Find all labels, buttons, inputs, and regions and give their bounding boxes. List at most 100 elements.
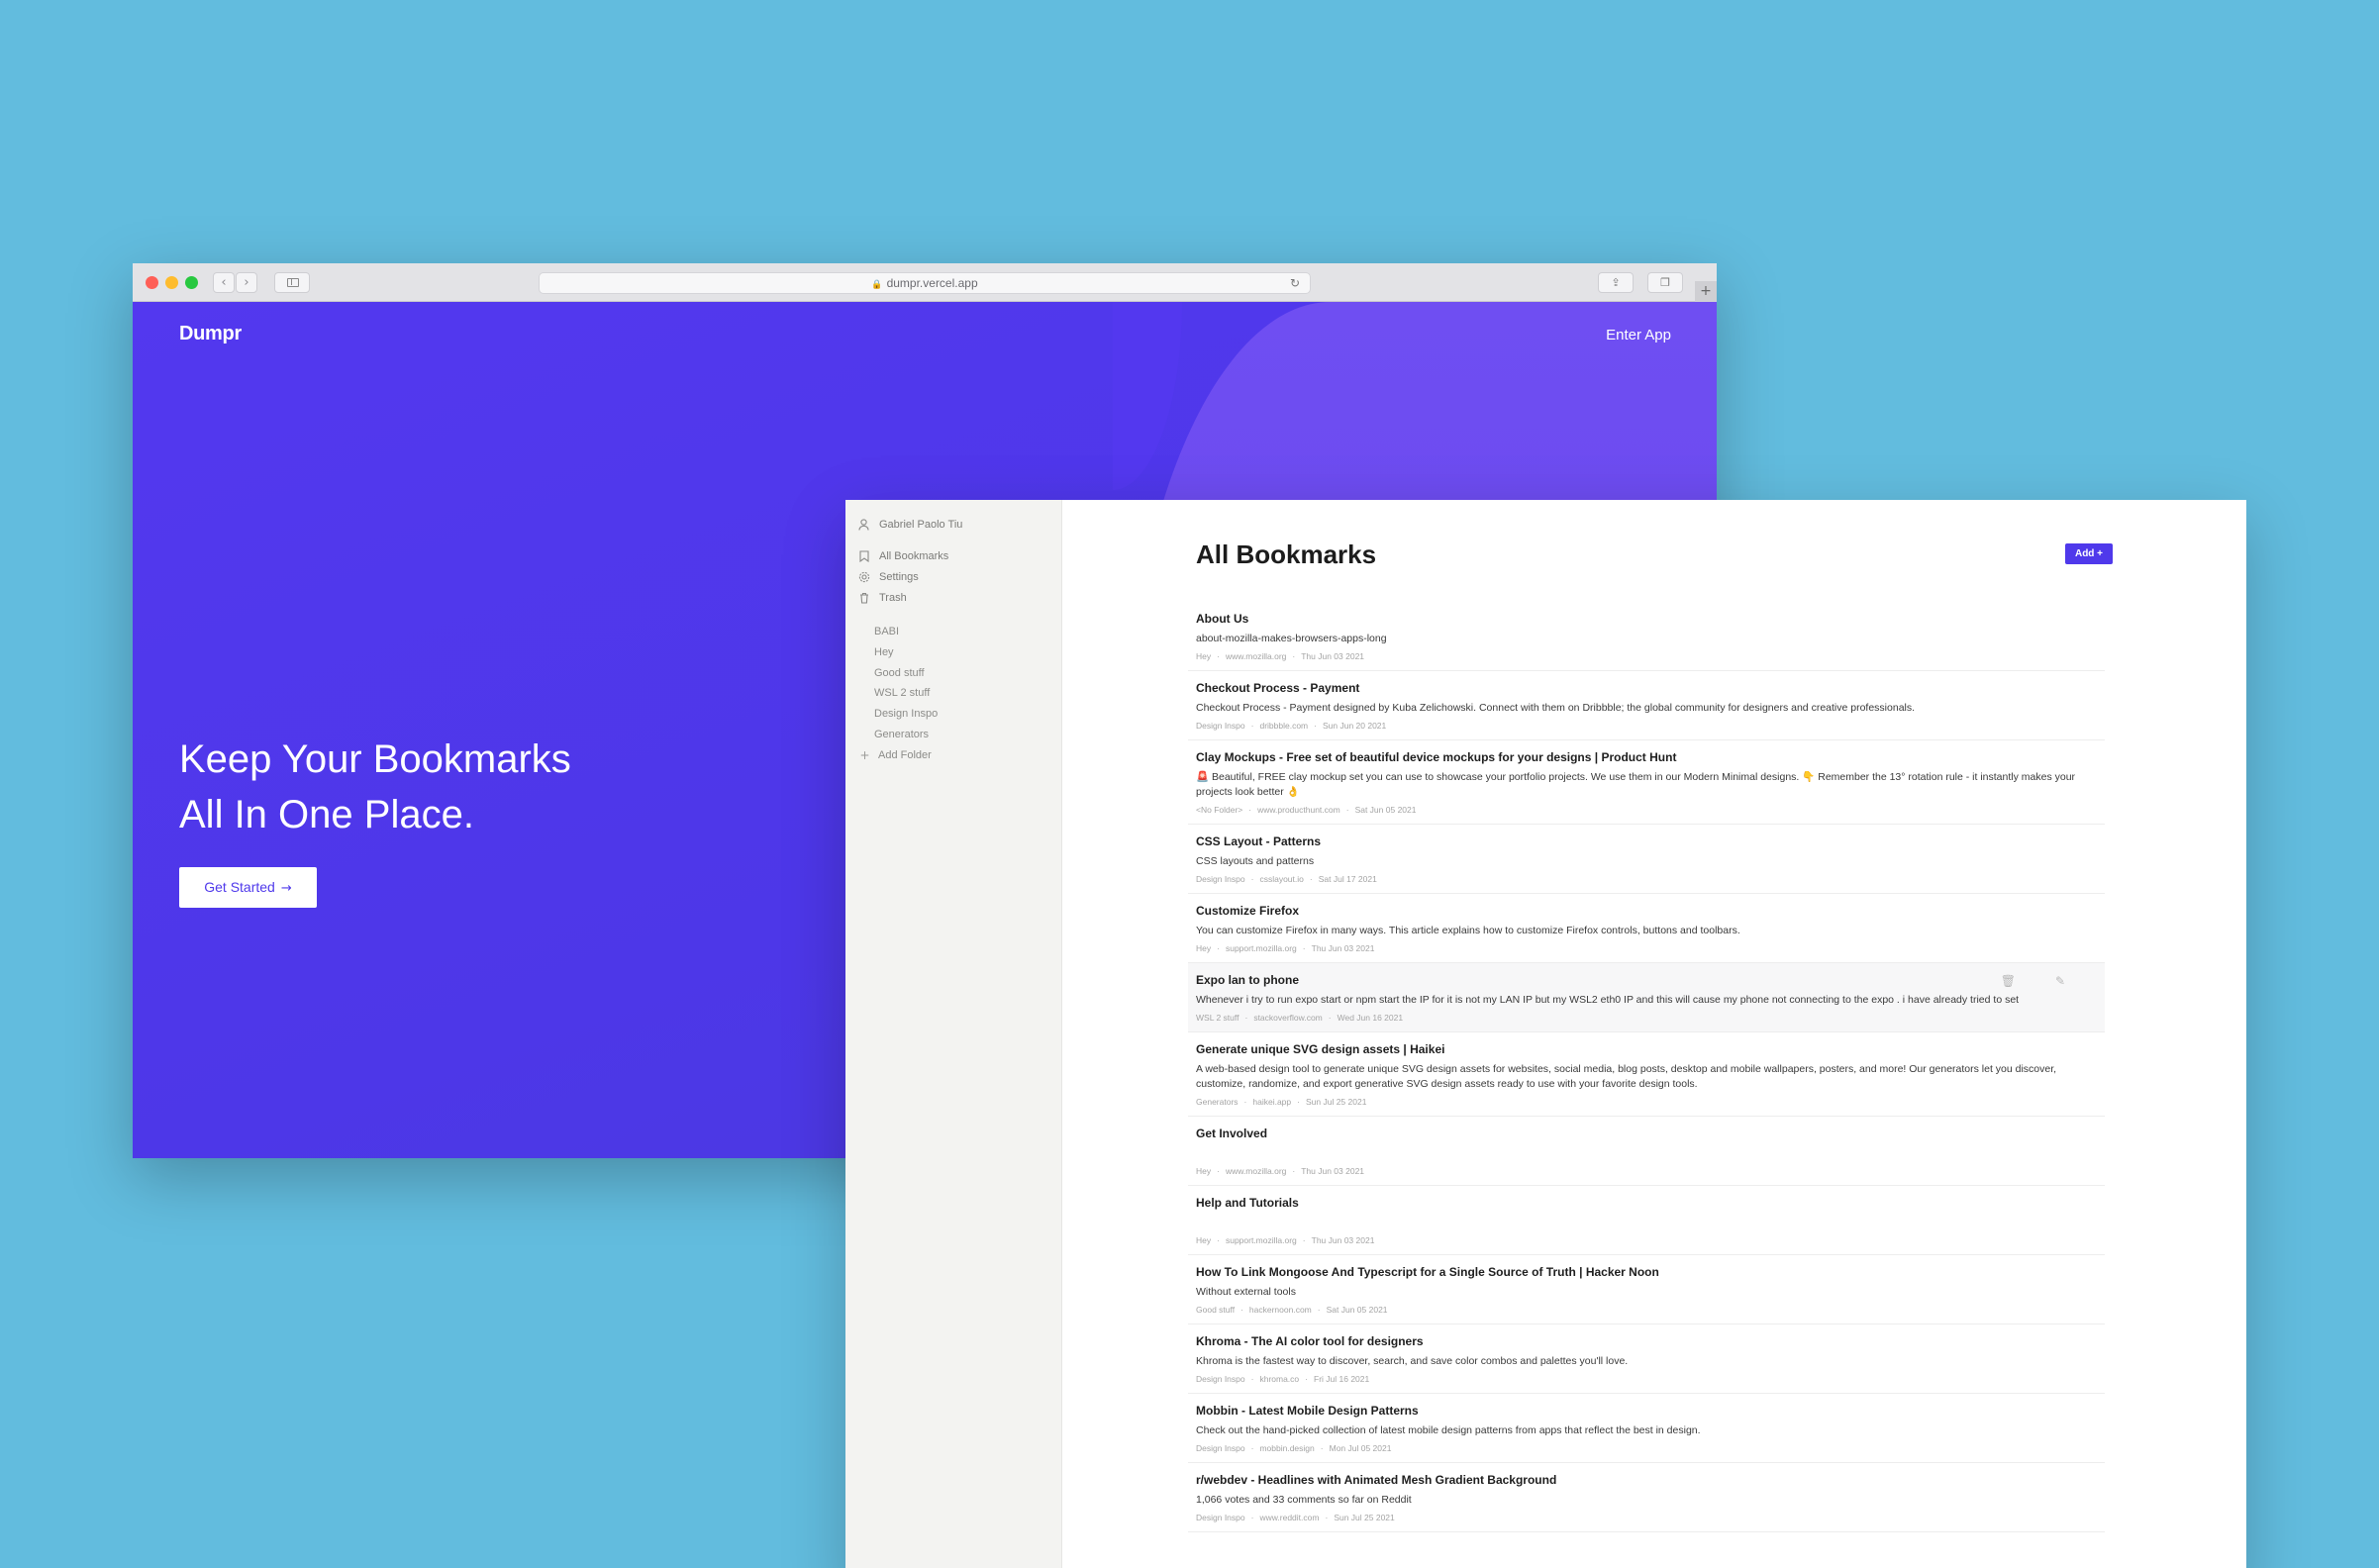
separator-dot: · (1345, 805, 1349, 815)
folder-item[interactable]: BABI (874, 626, 899, 637)
sidebar-item-trash[interactable]: Trash (857, 589, 907, 607)
enter-app-link[interactable]: Enter App (1606, 327, 1671, 343)
tab-overview-button[interactable]: ❐ (1647, 272, 1683, 293)
add-bookmark-button[interactable]: Add + (2065, 543, 2113, 564)
new-tab-button[interactable]: + (1695, 281, 1717, 302)
bookmark-item[interactable]: How To Link Mongoose And Typescript for … (1188, 1255, 2105, 1324)
bookmark-description: Whenever i try to run expo start or npm … (1196, 994, 2020, 1006)
bookmark-folder: Design Inspo (1196, 1513, 1245, 1522)
add-folder-label: Add Folder (878, 749, 932, 761)
bookmark-item[interactable]: Customize Firefox You can customize Firef… (1188, 894, 2105, 963)
bookmark-icon (857, 550, 870, 563)
separator-dot: · (1217, 1235, 1220, 1245)
sidebar-item-all-bookmarks[interactable]: All Bookmarks (857, 547, 948, 565)
separator-dot: · (1292, 651, 1296, 661)
bookmark-item[interactable]: Clay Mockups - Free set of beautiful dev… (1188, 740, 2105, 825)
minimize-window-button[interactable] (165, 276, 178, 289)
bookmark-item[interactable]: CSS Layout - Patterns CSS layouts and pat… (1188, 825, 2105, 894)
sidebar-item-settings[interactable]: Settings (857, 568, 919, 586)
bookmark-date: Sat Jul 17 2021 (1318, 874, 1377, 884)
bookmark-item[interactable]: Checkout Process - Payment Checkout Proce… (1188, 671, 2105, 740)
hero-headline-line1: Keep Your Bookmarks (179, 737, 571, 781)
share-button[interactable]: ⇪ (1598, 272, 1634, 293)
bookmark-title[interactable]: Clay Mockups - Free set of beautiful dev… (1196, 749, 2097, 765)
delete-icon[interactable]: 🗑 (2001, 974, 2016, 988)
bookmark-description: Checkout Process - Payment designed by K… (1196, 702, 1916, 714)
bookmark-meta: Hey · support.mozilla.org · Thu Jun 03 2021 (1196, 1234, 2097, 1246)
get-started-label: Get Started (204, 879, 275, 895)
back-button[interactable]: ‹ (213, 272, 235, 293)
page-title: All Bookmarks (1196, 539, 1377, 569)
bookmark-meta: <No Folder> · www.producthunt.com · Sat Jun … (1196, 804, 2097, 816)
bookmark-domain: www.reddit.com (1259, 1513, 1320, 1522)
bookmark-item[interactable]: Generate unique SVG design assets | Haik… (1188, 1032, 2105, 1117)
share-icon: ⇪ (1611, 276, 1621, 289)
bookmark-description: 🚨 Beautiful, FREE clay mockup set you ca… (1196, 771, 2076, 798)
bookmark-item[interactable]: Help and Tutorials Hey · support.mozilla.or… (1188, 1186, 2105, 1255)
bookmark-folder: Good stuff (1196, 1305, 1236, 1315)
bookmark-folder: Hey (1196, 1166, 1212, 1176)
sidebar-item-label: Settings (879, 571, 919, 583)
sidebar-item-label: Trash (879, 592, 907, 604)
folder-item[interactable]: Good stuff (874, 667, 925, 679)
bookmark-item[interactable]: Mobbin - Latest Mobile Design Patterns Ch… (1188, 1394, 2105, 1463)
separator-dot: · (1250, 1374, 1254, 1384)
bookmark-item[interactable]: About Us about-mozilla-makes-browsers-app… (1188, 602, 2105, 671)
folder-item[interactable]: WSL 2 stuff (874, 687, 930, 699)
sidebar-user[interactable]: Gabriel Paolo Tiu (857, 516, 962, 534)
sidebar-toggle-button[interactable] (274, 272, 310, 293)
bookmark-title[interactable]: Help and Tutorials (1196, 1195, 2097, 1211)
bookmark-title[interactable]: How To Link Mongoose And Typescript for … (1196, 1264, 2097, 1280)
bookmark-title[interactable]: Mobbin - Latest Mobile Design Patterns (1196, 1403, 2097, 1419)
bookmark-title[interactable]: r/webdev - Headlines with Animated Mesh … (1196, 1472, 2097, 1488)
lock-icon: 🔒 (871, 280, 883, 290)
separator-dot: · (1250, 874, 1254, 884)
bookmark-domain: haikei.app (1252, 1097, 1292, 1107)
add-folder-button[interactable]: + Add Folder (858, 748, 932, 762)
bookmark-title[interactable]: CSS Layout - Patterns (1196, 833, 2097, 849)
sidebar-icon (287, 278, 299, 287)
bookmark-description: Khroma is the fastest way to discover, s… (1196, 1355, 1629, 1367)
app-window: Gabriel Paolo Tiu All Bookmarks Settings… (845, 500, 2246, 1568)
bookmark-date: Sun Jul 25 2021 (1305, 1097, 1367, 1107)
reload-icon[interactable]: ↻ (1290, 273, 1300, 293)
sidebar: Gabriel Paolo Tiu All Bookmarks Settings… (845, 500, 1062, 1568)
bookmark-title[interactable]: Customize Firefox (1196, 903, 2097, 919)
bookmark-description: A web-based design tool to generate uniq… (1196, 1063, 2057, 1090)
bookmark-item[interactable]: r/webdev - Headlines with Animated Mesh … (1188, 1463, 2105, 1532)
bookmark-domain: dribbble.com (1259, 721, 1309, 731)
bookmark-title[interactable]: Checkout Process - Payment (1196, 680, 2097, 696)
separator-dot: · (1317, 1305, 1321, 1315)
bookmark-item[interactable]: Expo lan to phone Whenever i try to run e… (1188, 963, 2105, 1032)
bookmark-title[interactable]: Generate unique SVG design assets | Haik… (1196, 1041, 2097, 1057)
forward-button[interactable]: › (236, 272, 257, 293)
bookmark-title[interactable]: About Us (1196, 611, 2097, 627)
bookmark-title[interactable]: Expo lan to phone (1196, 972, 2097, 988)
bookmark-folder: Design Inspo (1196, 874, 1245, 884)
bookmark-title[interactable]: Get Involved (1196, 1126, 2097, 1141)
get-started-button[interactable]: Get Started → (179, 867, 317, 908)
bookmark-domain: csslayout.io (1259, 874, 1304, 884)
folder-item[interactable]: Hey (874, 646, 894, 658)
bookmark-date: Sat Jun 05 2021 (1326, 1305, 1388, 1315)
bookmark-item[interactable]: Khroma - The AI color tool for designers… (1188, 1324, 2105, 1394)
site-logo[interactable]: Dumpr (179, 323, 242, 345)
bookmark-domain: www.mozilla.org (1225, 1166, 1287, 1176)
maximize-window-button[interactable] (185, 276, 198, 289)
edit-icon[interactable]: ✎ (2055, 974, 2065, 988)
address-bar[interactable]: 🔒 dumpr.vercel.app ↻ (539, 272, 1311, 294)
separator-dot: · (1217, 651, 1220, 661)
bookmark-date: Thu Jun 03 2021 (1311, 1235, 1375, 1245)
bookmark-date: Mon Jul 05 2021 (1329, 1443, 1392, 1453)
folder-item[interactable]: Generators (874, 729, 929, 740)
bookmark-item[interactable]: Get Involved Hey · www.mozilla.org · Thu Jun … (1188, 1117, 2105, 1186)
bookmark-title[interactable]: Khroma - The AI color tool for designers (1196, 1333, 2097, 1349)
folder-item[interactable]: Design Inspo (874, 708, 938, 720)
bookmark-domain: stackoverflow.com (1253, 1013, 1323, 1023)
bookmark-folder: Design Inspo (1196, 1443, 1245, 1453)
bookmark-folder: Design Inspo (1196, 1374, 1245, 1384)
separator-dot: · (1309, 874, 1313, 884)
hero-wave-cut (1113, 302, 1182, 490)
bookmark-folder: WSL 2 stuff (1196, 1013, 1239, 1023)
close-window-button[interactable] (146, 276, 158, 289)
